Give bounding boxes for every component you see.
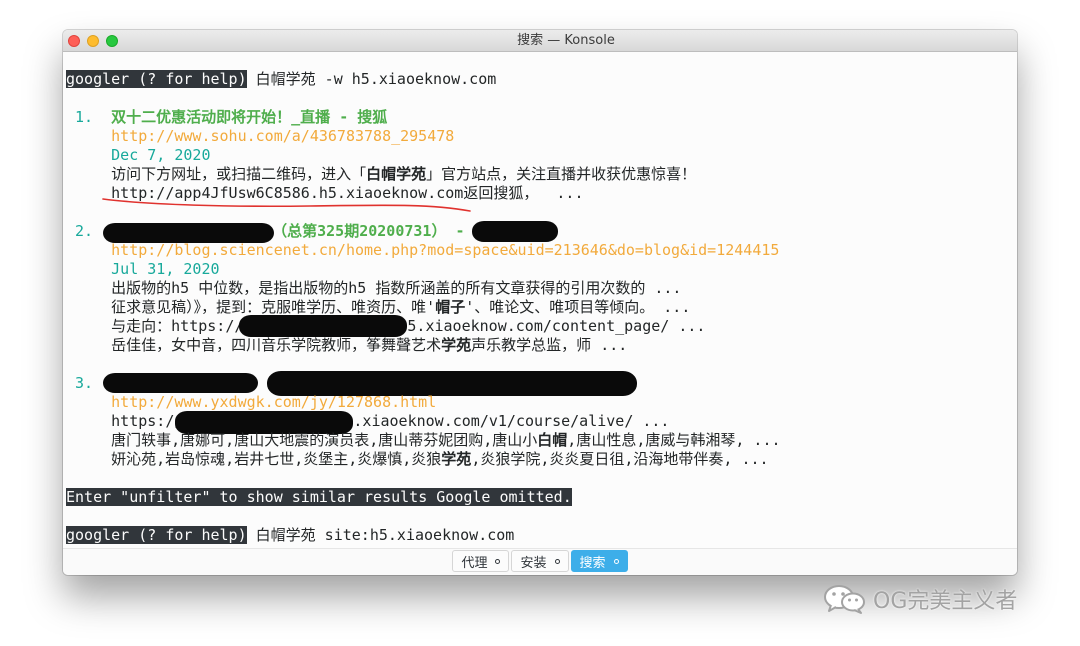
redaction-mark [471,221,558,242]
abstract-text: ,炎狼学院,炎炎夏日徂,沿海地带伴奏, ... [471,450,769,468]
result-date-line: Jul 31, 2020 [66,260,1017,279]
abstract-text: 岳佳佳，女中音，四川音乐学院教师，筝舞聲艺术 [111,336,442,354]
abstract-text: ,唐山性息,唐威与韩湘琴, ... [567,431,781,449]
tab-label: 代理 [461,555,488,571]
abstract-keyword: 学苑 [441,336,472,354]
close-button[interactable] [68,35,80,47]
redaction-mark [267,371,638,396]
redaction-mark [239,315,408,337]
abstract-link[interactable]: .xiaoeknow.com/v1/course/alive/ ... [353,412,669,430]
wechat-icon [824,585,865,614]
result-abstract-line: 出版物的h5 中位数，是指出版物的h5 指数所涵盖的所有文章获得的引用次数的 .… [66,279,1017,298]
abstract-text: 征求意见稿）》，提到：克服唯学历、唯资历、唯' [111,298,436,316]
tab-label: 安装 [520,555,547,571]
omitted-notice-line: Enter "unfilter" to show similar results… [66,488,1017,507]
minimize-button[interactable] [87,35,99,47]
abstract-keyword: 帽子 [435,298,466,316]
result-title: 双十二优惠活动即将开始！_直播 - 搜狐 [111,108,388,126]
result-abstract-line: 唐门轶事,唐娜可,唐山大地震的演员表,唐山蒂芬妮团购,唐山小白帽,唐山性息,唐威… [66,431,1017,450]
konsole-window: 搜索 — Konsole googler (? for help) 白帽学苑 -… [63,30,1017,575]
tab-search[interactable]: 搜索 [570,550,628,572]
result-title: （总第325期20200731） - [272,222,465,240]
command-text[interactable]: 白帽学苑 -w h5.xiaoeknow.com [247,70,497,88]
abstract-keyword: 白帽学苑 [366,165,427,183]
abstract-text: 唐门轶事,唐娜可,唐山大地震的演员表,唐山蒂芬妮团购,唐山小 [111,431,538,449]
result-title-line: 1. 双十二优惠活动即将开始！_直播 - 搜狐 [66,108,1017,127]
result-date-line: Dec 7, 2020 [66,146,1017,165]
result-abstract-line: http://app4JfUsw6C8586.h5.xiaoeknow.com返… [66,184,1017,203]
tab-install[interactable]: 安装 [511,550,569,572]
result-date: Dec 7, 2020 [111,146,211,164]
result-abstract-line: 与走向：https:// 5.xiaoeknow.com/content_page… [66,315,1017,337]
watermark: OG完美主义者 [823,583,1017,615]
result-url[interactable]: http://www.sohu.com/a/436783788_295478 [111,127,454,145]
tab-label: 搜索 [579,555,606,571]
command-input[interactable]: 白帽学苑 site:h5.xiaoeknow.com [247,526,515,544]
result-index: 2. [75,222,94,240]
abstract-keyword: 白帽 [537,431,568,449]
result-url[interactable]: http://www.yxdwgk.com/jy/127868.html [111,393,436,411]
result-index: 1. [75,108,94,126]
tab-bar: 代理 安装 搜索 [63,548,1017,575]
result-title-line: 3. [66,371,1017,396]
result-index: 3. [75,374,94,392]
terminal-view[interactable]: googler (? for help) 白帽学苑 -w h5.xiaoekno… [63,52,1017,548]
result-url-line: http://blog.sciencenet.cn/home.php?mod=s… [66,241,1017,260]
abstract-keyword: 学苑 [441,450,472,468]
tab-proxy[interactable]: 代理 [452,550,510,572]
result-url-line: http://www.sohu.com/a/436783788_295478 [66,127,1017,146]
abstract-text: 声乐教学总监，师 ... [471,336,628,354]
prompt-label: googler (? for help) [66,526,247,544]
prompt-line[interactable]: googler (? for help) 白帽学苑 site:h5.xiaoek… [66,526,1017,545]
prompt-label: googler (? for help) [66,70,247,88]
abstract-text: 」官方站点，关注直播并收获优惠惊喜！ [426,165,697,183]
abstract-text: 与走向：https:// [111,317,244,335]
abstract-text: 出版物的h5 中位数，是指出版物的h5 指数所涵盖的所有文章获得的引用次数的 .… [111,279,682,297]
redaction-mark [103,373,259,393]
redaction-mark [175,411,354,434]
abstract-link[interactable]: 5.xiaoeknow.com/content_page/ ... [407,317,705,335]
circle-icon [554,558,560,564]
abstract-text: 妍沁苑,岩岛惊魂,岩井七世,炎堡主,炎爆慎,炎狼 [111,450,442,468]
window-title: 搜索 — Konsole [517,33,615,48]
circle-icon [613,558,619,564]
result-abstract-line: 妍沁苑,岩岛惊魂,岩井七世,炎堡主,炎爆慎,炎狼学苑,炎狼学院,炎炎夏日徂,沿海… [66,450,1017,469]
title-bar[interactable]: 搜索 — Konsole [63,30,1017,52]
abstract-link[interactable]: http://app4JfUsw6C8586.h5.xiaoeknow.com [111,184,463,202]
result-abstract-line: 征求意见稿）》，提到：克服唯学历、唯资历、唯'帽子'、唯论文、唯项目等倾向。 .… [66,298,1017,317]
omitted-notice: Enter "unfilter" to show similar results… [66,488,572,506]
result-title-line: 2. （总第325期20200731） - [66,221,1017,243]
watermark-text: OG完美主义者 [873,589,1018,614]
result-abstract-line: 岳佳佳，女中音，四川音乐学院教师，筝舞聲艺术学苑声乐教学总监，师 ... [66,336,1017,355]
result-date: Jul 31, 2020 [111,260,220,278]
prompt-line[interactable]: googler (? for help) 白帽学苑 -w h5.xiaoekno… [66,70,1017,89]
result-abstract-line: https:// .xiaoeknow.com/v1/course/alive/ … [66,411,1017,434]
abstract-text: 访问下方网址，或扫描二维码，进入「 [111,165,367,183]
result-url[interactable]: http://blog.sciencenet.cn/home.php?mod=s… [111,241,779,259]
redaction-mark [103,222,275,243]
abstract-text: 返回搜狐， ... [463,184,584,202]
abstract-text: '、唯论文、唯项目等倾向。 ... [465,298,691,316]
abstract-text: https:// [111,412,184,430]
result-abstract-line: 访问下方网址，或扫描二维码，进入「白帽学苑」官方站点，关注直播并收获优惠惊喜！ [66,165,1017,184]
circle-icon [495,558,501,564]
result-url-line: http://www.yxdwgk.com/jy/127868.html [66,393,1017,412]
